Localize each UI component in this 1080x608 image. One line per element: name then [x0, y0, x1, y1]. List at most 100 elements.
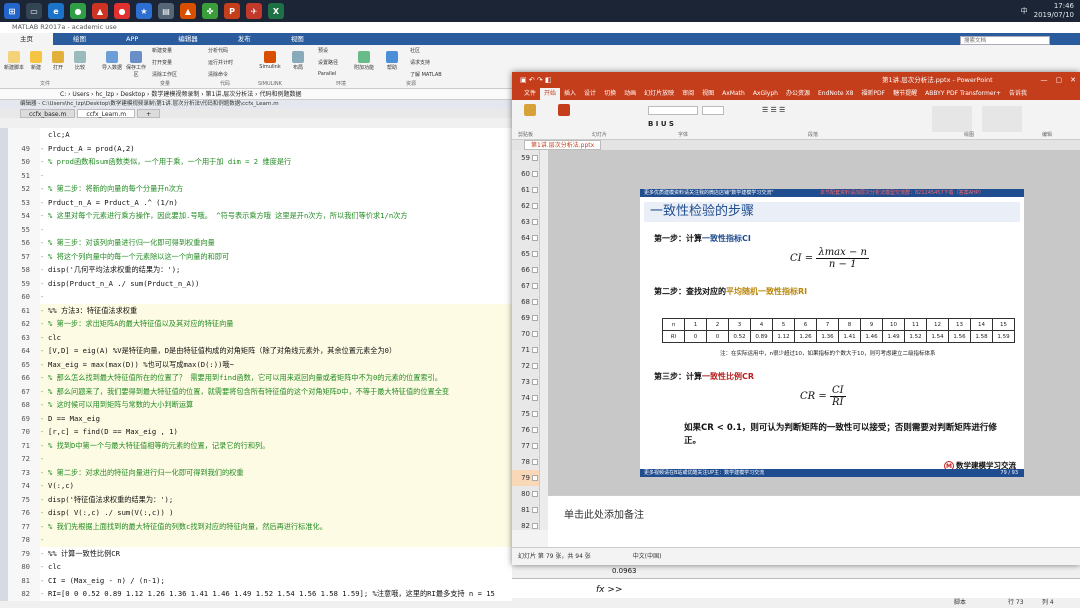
- breakpoint-gutter[interactable]: [40, 128, 48, 142]
- ppt-tab[interactable]: 切换: [600, 88, 620, 100]
- save-workspace-button[interactable]: 保存工作区: [124, 51, 148, 78]
- code-line[interactable]: 66-% 那么怎么找到最大特征值所在的位置了？ 需要用到find函数，它可以用来…: [8, 371, 512, 385]
- star-app-icon[interactable]: ★: [136, 3, 152, 19]
- ppt-tab[interactable]: ABBYY PDF Transformer+: [921, 88, 1005, 100]
- code-line[interactable]: 83-CR=CI/RI(n);: [8, 600, 512, 601]
- ppt-tab[interactable]: 告诉我: [1005, 88, 1031, 100]
- slide-thumb[interactable]: 70: [512, 326, 539, 342]
- clear-workspace-button[interactable]: 清除工作区: [152, 71, 192, 78]
- ppt-tab[interactable]: 办公资源: [782, 88, 814, 100]
- breakpoint-gutter[interactable]: -: [40, 479, 48, 493]
- maximize-icon[interactable]: ▢: [1056, 72, 1063, 88]
- code-line[interactable]: 70- [r,c] = find(D == Max_eig , 1): [8, 425, 512, 439]
- breakpoint-gutter[interactable]: -: [40, 439, 48, 453]
- font-style-buttons[interactable]: B I U S: [648, 120, 674, 128]
- ppt-tab[interactable]: 视图: [698, 88, 718, 100]
- code-line[interactable]: 54-% 这里对每个元素进行乘方操作，因此要加.号哦。 ^符号表示乘方哦 这里是…: [8, 209, 512, 223]
- tab-view[interactable]: 视图: [271, 33, 324, 45]
- code-line[interactable]: 57-% 将这个列向量中的每一个元素除以这一个向量的和即可: [8, 249, 512, 263]
- slide-thumb[interactable]: 64: [512, 230, 539, 246]
- ppt-quick-access[interactable]: ▣ ↶ ↷ ◧: [520, 72, 552, 88]
- breakpoint-gutter[interactable]: -: [40, 493, 48, 507]
- proofing-language[interactable]: 中文(中国): [633, 553, 662, 560]
- paste-button[interactable]: [518, 104, 542, 117]
- slide-thumb[interactable]: 81: [512, 502, 539, 518]
- code-line[interactable]: 75- disp('特征值法求权重的结果为：');: [8, 492, 512, 507]
- slide-thumb[interactable]: 62: [512, 198, 539, 214]
- set-path-button[interactable]: 设置路径: [318, 59, 354, 66]
- new-tab-button[interactable]: +: [137, 109, 161, 118]
- app-icon[interactable]: ▲: [92, 3, 108, 19]
- tab-publish[interactable]: 发布: [218, 33, 271, 45]
- preferences-button[interactable]: 预设: [318, 47, 354, 54]
- clover-icon[interactable]: ✤: [202, 3, 218, 19]
- slide-thumb[interactable]: 66: [512, 262, 539, 278]
- clear-commands-button[interactable]: 清除命令: [208, 71, 248, 78]
- slide-thumb[interactable]: 74: [512, 390, 539, 406]
- matlab-icon[interactable]: ▲: [180, 3, 196, 19]
- ppt-tab[interactable]: AxMath: [718, 88, 749, 100]
- font-family-select[interactable]: [648, 106, 698, 115]
- windows-start-icon[interactable]: ⊞: [4, 3, 20, 19]
- breakpoint-gutter[interactable]: -: [40, 533, 48, 547]
- minimize-icon[interactable]: —: [1041, 72, 1048, 88]
- breakpoint-gutter[interactable]: -: [40, 506, 48, 520]
- record-icon[interactable]: ●: [114, 3, 130, 19]
- add-ons-button[interactable]: 附加功能: [352, 51, 376, 71]
- code-line[interactable]: 60-: [8, 290, 512, 304]
- code-editor[interactable]: clc;A 49- Prduct_A = prod(A,2) 50-% prod函数和…: [8, 128, 512, 601]
- breakpoint-gutter[interactable]: -: [40, 587, 48, 601]
- slide-thumb[interactable]: 71: [512, 342, 539, 358]
- ppt-tab[interactable]: 设计: [580, 88, 600, 100]
- tab-apps[interactable]: APP: [106, 33, 158, 45]
- new-button[interactable]: 新建: [24, 51, 48, 71]
- close-icon[interactable]: ✕: [1070, 72, 1076, 88]
- breakpoint-gutter[interactable]: -: [40, 223, 48, 237]
- breakpoint-gutter[interactable]: -: [40, 304, 48, 318]
- layout-button[interactable]: 布局: [286, 51, 310, 71]
- open-button[interactable]: 打开: [46, 51, 70, 71]
- workspace-collapsed-strip[interactable]: [0, 128, 8, 601]
- breakpoint-gutter[interactable]: -: [40, 155, 48, 169]
- file-tab-ccfx-learn[interactable]: ccfx_Learn.m: [77, 109, 136, 118]
- code-line[interactable]: 52-% 第二步：将新的向量的每个分量开n次方: [8, 182, 512, 196]
- ppt-tab[interactable]: EndNote X8: [814, 88, 857, 100]
- breakpoint-gutter[interactable]: -: [40, 142, 48, 156]
- input-language[interactable]: 中: [1021, 6, 1028, 16]
- font-size-select[interactable]: [702, 106, 724, 115]
- breakpoint-gutter[interactable]: -: [40, 385, 48, 399]
- breakpoint-gutter[interactable]: -: [40, 344, 48, 358]
- request-support-button[interactable]: 请求支持: [410, 59, 450, 66]
- breakpoint-gutter[interactable]: -: [40, 277, 48, 291]
- ppt-tab[interactable]: 动画: [620, 88, 640, 100]
- slide-thumb[interactable]: 65: [512, 246, 539, 262]
- breakpoint-gutter[interactable]: -: [40, 169, 48, 183]
- search-docs-input[interactable]: 搜索文档: [960, 36, 1050, 45]
- code-line[interactable]: 82- RI=[0 0 0.52 0.89 1.12 1.26 1.36 1.41…: [8, 587, 512, 601]
- code-line[interactable]: 61-%% 方法3：特征值法求权重: [8, 303, 512, 318]
- community-button[interactable]: 社区: [410, 47, 450, 54]
- breakpoint-gutter[interactable]: -: [40, 560, 48, 574]
- tab-home[interactable]: 主页: [0, 33, 53, 45]
- slide-thumb[interactable]: 59: [512, 150, 539, 166]
- code-line[interactable]: 71-% 找到D中第一个与最大特征值相等的元素的位置，记录它的行和列。: [8, 438, 512, 453]
- file-tab-ccfx-base[interactable]: ccfx_base.m: [20, 109, 76, 118]
- ppt-tab[interactable]: 文件: [520, 88, 540, 100]
- breakpoint-gutter[interactable]: -: [40, 520, 48, 534]
- code-line[interactable]: 56-% 第三步：对该列向量进行归一化即可得到权重向量: [8, 236, 512, 250]
- edge-icon[interactable]: e: [48, 3, 64, 19]
- open-variable-button[interactable]: 打开变量: [152, 59, 192, 66]
- code-line[interactable]: 59- disp(Prduct_n_A ./ sum(Prduct_n_A)): [8, 276, 512, 291]
- code-line[interactable]: 79-%% 计算一致性比例CR: [8, 546, 512, 561]
- slide-thumb[interactable]: 75: [512, 406, 539, 422]
- breakpoint-gutter[interactable]: -: [40, 547, 48, 561]
- code-line[interactable]: 67-% 那么问题来了，我们要得到最大特征值的位置，就需要将包含所有特征值的这个…: [8, 384, 512, 399]
- compare-button[interactable]: 比较: [68, 51, 92, 71]
- breakpoint-gutter[interactable]: -: [40, 398, 48, 412]
- quick-styles-button[interactable]: [982, 106, 1022, 132]
- slide-thumb[interactable]: 79: [512, 470, 539, 486]
- breakpoint-gutter[interactable]: -: [40, 290, 48, 304]
- slide-thumb[interactable]: 61: [512, 182, 539, 198]
- slide-thumb[interactable]: 73: [512, 374, 539, 390]
- ppt-tab[interactable]: 糖节提醒: [889, 88, 921, 100]
